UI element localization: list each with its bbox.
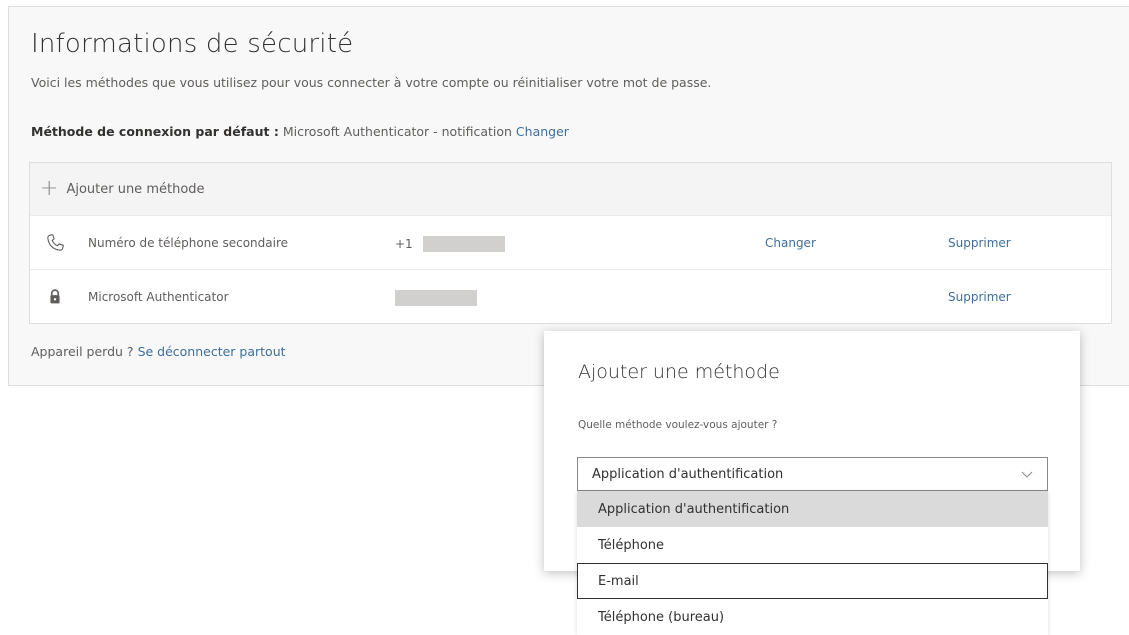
method-name: Microsoft Authenticator: [88, 290, 229, 304]
method-row-phone: Numéro de téléphone secondaire +1 Change…: [30, 216, 1111, 270]
method-change-link[interactable]: Changer: [765, 236, 816, 250]
dialog-question: Quelle méthode voulez-vous ajouter ?: [578, 419, 778, 431]
method-name: Numéro de téléphone secondaire: [88, 236, 289, 250]
plus-icon: +: [40, 176, 59, 201]
security-info-panel: Informations de sécurité Voici les métho…: [8, 6, 1129, 386]
method-value: +1: [395, 236, 505, 252]
phone-icon: [47, 234, 64, 251]
phone-prefix: +1: [395, 237, 413, 251]
lost-device-line: Appareil perdu ? Se déconnecter partout: [31, 344, 286, 359]
dialog-title: Ajouter une méthode: [578, 361, 780, 383]
masked-value: [395, 290, 477, 306]
methods-list: + Ajouter une méthode Numéro de téléphon…: [29, 162, 1112, 324]
method-value: [395, 290, 477, 306]
default-method-change-link[interactable]: Changer: [516, 124, 569, 139]
method-option[interactable]: Téléphone (bureau): [577, 599, 1048, 635]
masked-value: [422, 236, 505, 252]
page-subtitle: Voici les méthodes que vous utilisez pou…: [31, 75, 712, 90]
add-method-label: Ajouter une méthode: [66, 181, 205, 197]
chevron-down-icon: [1021, 471, 1033, 478]
method-select[interactable]: Application d'authentification: [577, 457, 1048, 491]
method-options-list: Application d'authentification Téléphone…: [577, 491, 1048, 635]
method-row-authenticator: Microsoft Authenticator Supprimer: [30, 270, 1111, 323]
method-delete-link[interactable]: Supprimer: [948, 290, 1011, 304]
method-select-value: Application d'authentification: [592, 466, 784, 482]
lost-device-text: Appareil perdu ?: [31, 344, 134, 359]
sign-out-everywhere-link[interactable]: Se déconnecter partout: [138, 344, 286, 359]
method-option[interactable]: E-mail: [577, 563, 1048, 599]
default-method-line: Méthode de connexion par défaut : Micros…: [31, 124, 569, 139]
page-title: Informations de sécurité: [31, 29, 354, 59]
default-method-value: Microsoft Authenticator - notification: [282, 124, 512, 139]
method-option[interactable]: Application d'authentification: [577, 491, 1048, 527]
lock-icon: [50, 289, 60, 304]
default-method-label: Méthode de connexion par défaut :: [31, 124, 279, 139]
method-option[interactable]: Téléphone: [577, 527, 1048, 563]
add-method-button[interactable]: + Ajouter une méthode: [30, 163, 1111, 216]
method-delete-link[interactable]: Supprimer: [948, 236, 1011, 250]
